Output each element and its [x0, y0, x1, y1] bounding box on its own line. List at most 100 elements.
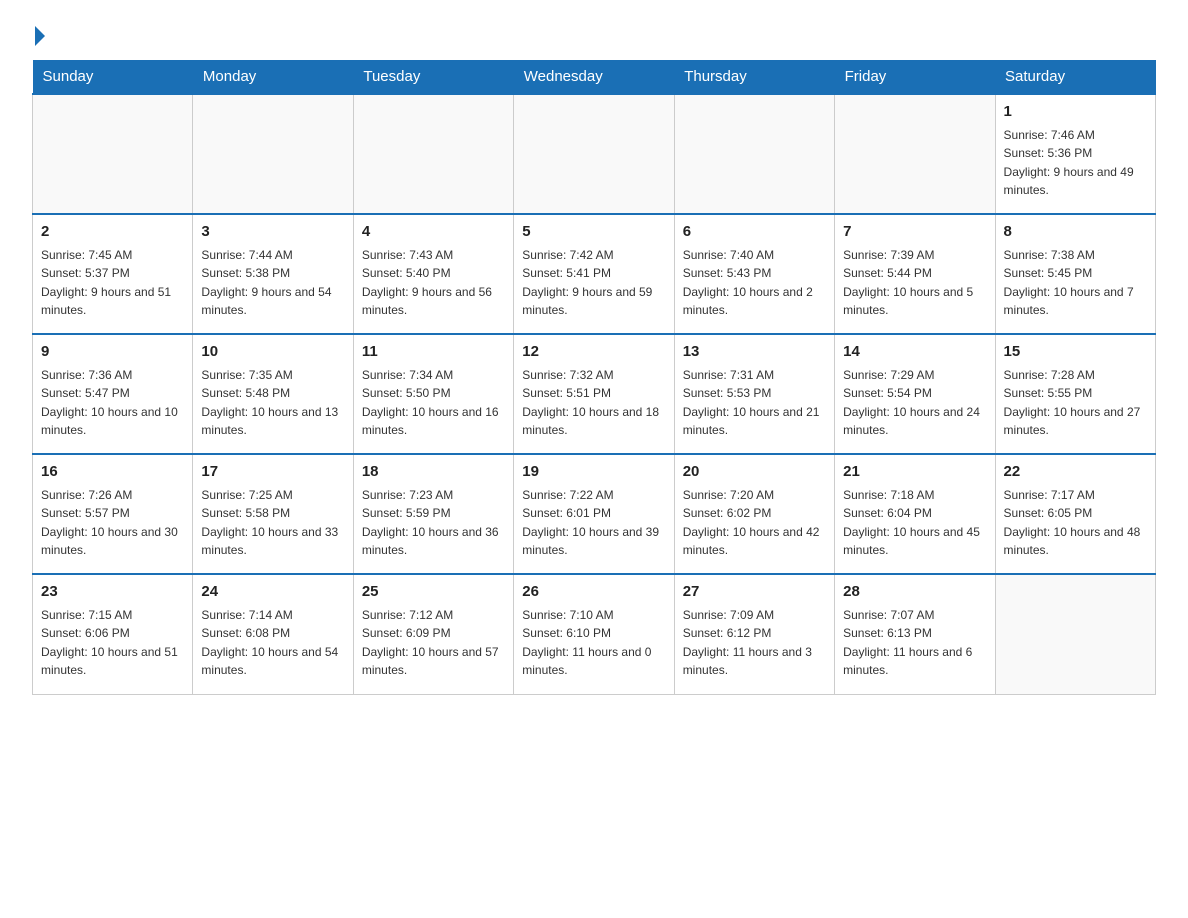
- day-of-week-monday: Monday: [193, 60, 353, 94]
- day-of-week-friday: Friday: [835, 60, 995, 94]
- day-of-week-saturday: Saturday: [995, 60, 1155, 94]
- day-info: Sunrise: 7:34 AMSunset: 5:50 PMDaylight:…: [362, 366, 505, 440]
- day-number: 1: [1004, 101, 1147, 124]
- calendar-cell: [193, 94, 353, 214]
- calendar-cell: 20Sunrise: 7:20 AMSunset: 6:02 PMDayligh…: [674, 454, 834, 574]
- day-number: 25: [362, 581, 505, 604]
- day-number: 8: [1004, 221, 1147, 244]
- day-number: 27: [683, 581, 826, 604]
- day-of-week-tuesday: Tuesday: [353, 60, 513, 94]
- logo: [32, 24, 45, 44]
- calendar-cell: 19Sunrise: 7:22 AMSunset: 6:01 PMDayligh…: [514, 454, 674, 574]
- day-number: 13: [683, 341, 826, 364]
- day-info: Sunrise: 7:45 AMSunset: 5:37 PMDaylight:…: [41, 246, 184, 320]
- day-number: 6: [683, 221, 826, 244]
- day-number: 26: [522, 581, 665, 604]
- calendar-cell: 6Sunrise: 7:40 AMSunset: 5:43 PMDaylight…: [674, 214, 834, 334]
- day-number: 11: [362, 341, 505, 364]
- calendar-cell: 23Sunrise: 7:15 AMSunset: 6:06 PMDayligh…: [33, 574, 193, 694]
- day-number: 21: [843, 461, 986, 484]
- day-info: Sunrise: 7:14 AMSunset: 6:08 PMDaylight:…: [201, 606, 344, 680]
- calendar-cell: 18Sunrise: 7:23 AMSunset: 5:59 PMDayligh…: [353, 454, 513, 574]
- day-info: Sunrise: 7:15 AMSunset: 6:06 PMDaylight:…: [41, 606, 184, 680]
- calendar-cell: 12Sunrise: 7:32 AMSunset: 5:51 PMDayligh…: [514, 334, 674, 454]
- calendar-cell: 3Sunrise: 7:44 AMSunset: 5:38 PMDaylight…: [193, 214, 353, 334]
- day-number: 12: [522, 341, 665, 364]
- day-number: 19: [522, 461, 665, 484]
- day-number: 5: [522, 221, 665, 244]
- day-number: 20: [683, 461, 826, 484]
- day-info: Sunrise: 7:22 AMSunset: 6:01 PMDaylight:…: [522, 486, 665, 560]
- day-number: 9: [41, 341, 184, 364]
- calendar-cell: 7Sunrise: 7:39 AMSunset: 5:44 PMDaylight…: [835, 214, 995, 334]
- day-number: 28: [843, 581, 986, 604]
- day-number: 10: [201, 341, 344, 364]
- day-of-week-sunday: Sunday: [33, 60, 193, 94]
- calendar-cell: 21Sunrise: 7:18 AMSunset: 6:04 PMDayligh…: [835, 454, 995, 574]
- calendar-cell: 16Sunrise: 7:26 AMSunset: 5:57 PMDayligh…: [33, 454, 193, 574]
- day-info: Sunrise: 7:20 AMSunset: 6:02 PMDaylight:…: [683, 486, 826, 560]
- day-number: 18: [362, 461, 505, 484]
- calendar-cell: 17Sunrise: 7:25 AMSunset: 5:58 PMDayligh…: [193, 454, 353, 574]
- day-number: 17: [201, 461, 344, 484]
- calendar-cell: 4Sunrise: 7:43 AMSunset: 5:40 PMDaylight…: [353, 214, 513, 334]
- day-number: 23: [41, 581, 184, 604]
- calendar-week-5: 23Sunrise: 7:15 AMSunset: 6:06 PMDayligh…: [33, 574, 1156, 694]
- calendar-cell: 22Sunrise: 7:17 AMSunset: 6:05 PMDayligh…: [995, 454, 1155, 574]
- calendar-cell: 28Sunrise: 7:07 AMSunset: 6:13 PMDayligh…: [835, 574, 995, 694]
- calendar-cell: 13Sunrise: 7:31 AMSunset: 5:53 PMDayligh…: [674, 334, 834, 454]
- calendar-week-4: 16Sunrise: 7:26 AMSunset: 5:57 PMDayligh…: [33, 454, 1156, 574]
- day-number: 4: [362, 221, 505, 244]
- calendar-cell: [353, 94, 513, 214]
- day-info: Sunrise: 7:42 AMSunset: 5:41 PMDaylight:…: [522, 246, 665, 320]
- calendar-cell: [674, 94, 834, 214]
- calendar-cell: 5Sunrise: 7:42 AMSunset: 5:41 PMDaylight…: [514, 214, 674, 334]
- day-number: 3: [201, 221, 344, 244]
- day-info: Sunrise: 7:44 AMSunset: 5:38 PMDaylight:…: [201, 246, 344, 320]
- day-number: 14: [843, 341, 986, 364]
- calendar-cell: 15Sunrise: 7:28 AMSunset: 5:55 PMDayligh…: [995, 334, 1155, 454]
- calendar-week-1: 1Sunrise: 7:46 AMSunset: 5:36 PMDaylight…: [33, 94, 1156, 214]
- calendar-cell: [835, 94, 995, 214]
- day-info: Sunrise: 7:25 AMSunset: 5:58 PMDaylight:…: [201, 486, 344, 560]
- day-of-week-wednesday: Wednesday: [514, 60, 674, 94]
- day-info: Sunrise: 7:29 AMSunset: 5:54 PMDaylight:…: [843, 366, 986, 440]
- calendar-week-2: 2Sunrise: 7:45 AMSunset: 5:37 PMDaylight…: [33, 214, 1156, 334]
- calendar-body: 1Sunrise: 7:46 AMSunset: 5:36 PMDaylight…: [33, 94, 1156, 694]
- day-number: 7: [843, 221, 986, 244]
- day-number: 22: [1004, 461, 1147, 484]
- day-info: Sunrise: 7:09 AMSunset: 6:12 PMDaylight:…: [683, 606, 826, 680]
- calendar-table: SundayMondayTuesdayWednesdayThursdayFrid…: [32, 60, 1156, 695]
- day-number: 16: [41, 461, 184, 484]
- page-header: [32, 24, 1156, 44]
- day-info: Sunrise: 7:12 AMSunset: 6:09 PMDaylight:…: [362, 606, 505, 680]
- day-info: Sunrise: 7:46 AMSunset: 5:36 PMDaylight:…: [1004, 126, 1147, 200]
- calendar-cell: 26Sunrise: 7:10 AMSunset: 6:10 PMDayligh…: [514, 574, 674, 694]
- calendar-cell: [514, 94, 674, 214]
- calendar-cell: 9Sunrise: 7:36 AMSunset: 5:47 PMDaylight…: [33, 334, 193, 454]
- day-info: Sunrise: 7:07 AMSunset: 6:13 PMDaylight:…: [843, 606, 986, 680]
- day-number: 2: [41, 221, 184, 244]
- day-of-week-thursday: Thursday: [674, 60, 834, 94]
- day-info: Sunrise: 7:26 AMSunset: 5:57 PMDaylight:…: [41, 486, 184, 560]
- calendar-cell: [33, 94, 193, 214]
- day-info: Sunrise: 7:10 AMSunset: 6:10 PMDaylight:…: [522, 606, 665, 680]
- day-info: Sunrise: 7:43 AMSunset: 5:40 PMDaylight:…: [362, 246, 505, 320]
- calendar-cell: 2Sunrise: 7:45 AMSunset: 5:37 PMDaylight…: [33, 214, 193, 334]
- day-info: Sunrise: 7:31 AMSunset: 5:53 PMDaylight:…: [683, 366, 826, 440]
- day-info: Sunrise: 7:23 AMSunset: 5:59 PMDaylight:…: [362, 486, 505, 560]
- logo-arrow-icon: [35, 26, 45, 46]
- day-number: 15: [1004, 341, 1147, 364]
- calendar-cell: 8Sunrise: 7:38 AMSunset: 5:45 PMDaylight…: [995, 214, 1155, 334]
- calendar-cell: 24Sunrise: 7:14 AMSunset: 6:08 PMDayligh…: [193, 574, 353, 694]
- days-of-week-row: SundayMondayTuesdayWednesdayThursdayFrid…: [33, 60, 1156, 94]
- calendar-cell: 1Sunrise: 7:46 AMSunset: 5:36 PMDaylight…: [995, 94, 1155, 214]
- calendar-cell: 10Sunrise: 7:35 AMSunset: 5:48 PMDayligh…: [193, 334, 353, 454]
- calendar-cell: 14Sunrise: 7:29 AMSunset: 5:54 PMDayligh…: [835, 334, 995, 454]
- day-info: Sunrise: 7:18 AMSunset: 6:04 PMDaylight:…: [843, 486, 986, 560]
- day-number: 24: [201, 581, 344, 604]
- calendar-cell: [995, 574, 1155, 694]
- day-info: Sunrise: 7:35 AMSunset: 5:48 PMDaylight:…: [201, 366, 344, 440]
- calendar-cell: 11Sunrise: 7:34 AMSunset: 5:50 PMDayligh…: [353, 334, 513, 454]
- calendar-week-3: 9Sunrise: 7:36 AMSunset: 5:47 PMDaylight…: [33, 334, 1156, 454]
